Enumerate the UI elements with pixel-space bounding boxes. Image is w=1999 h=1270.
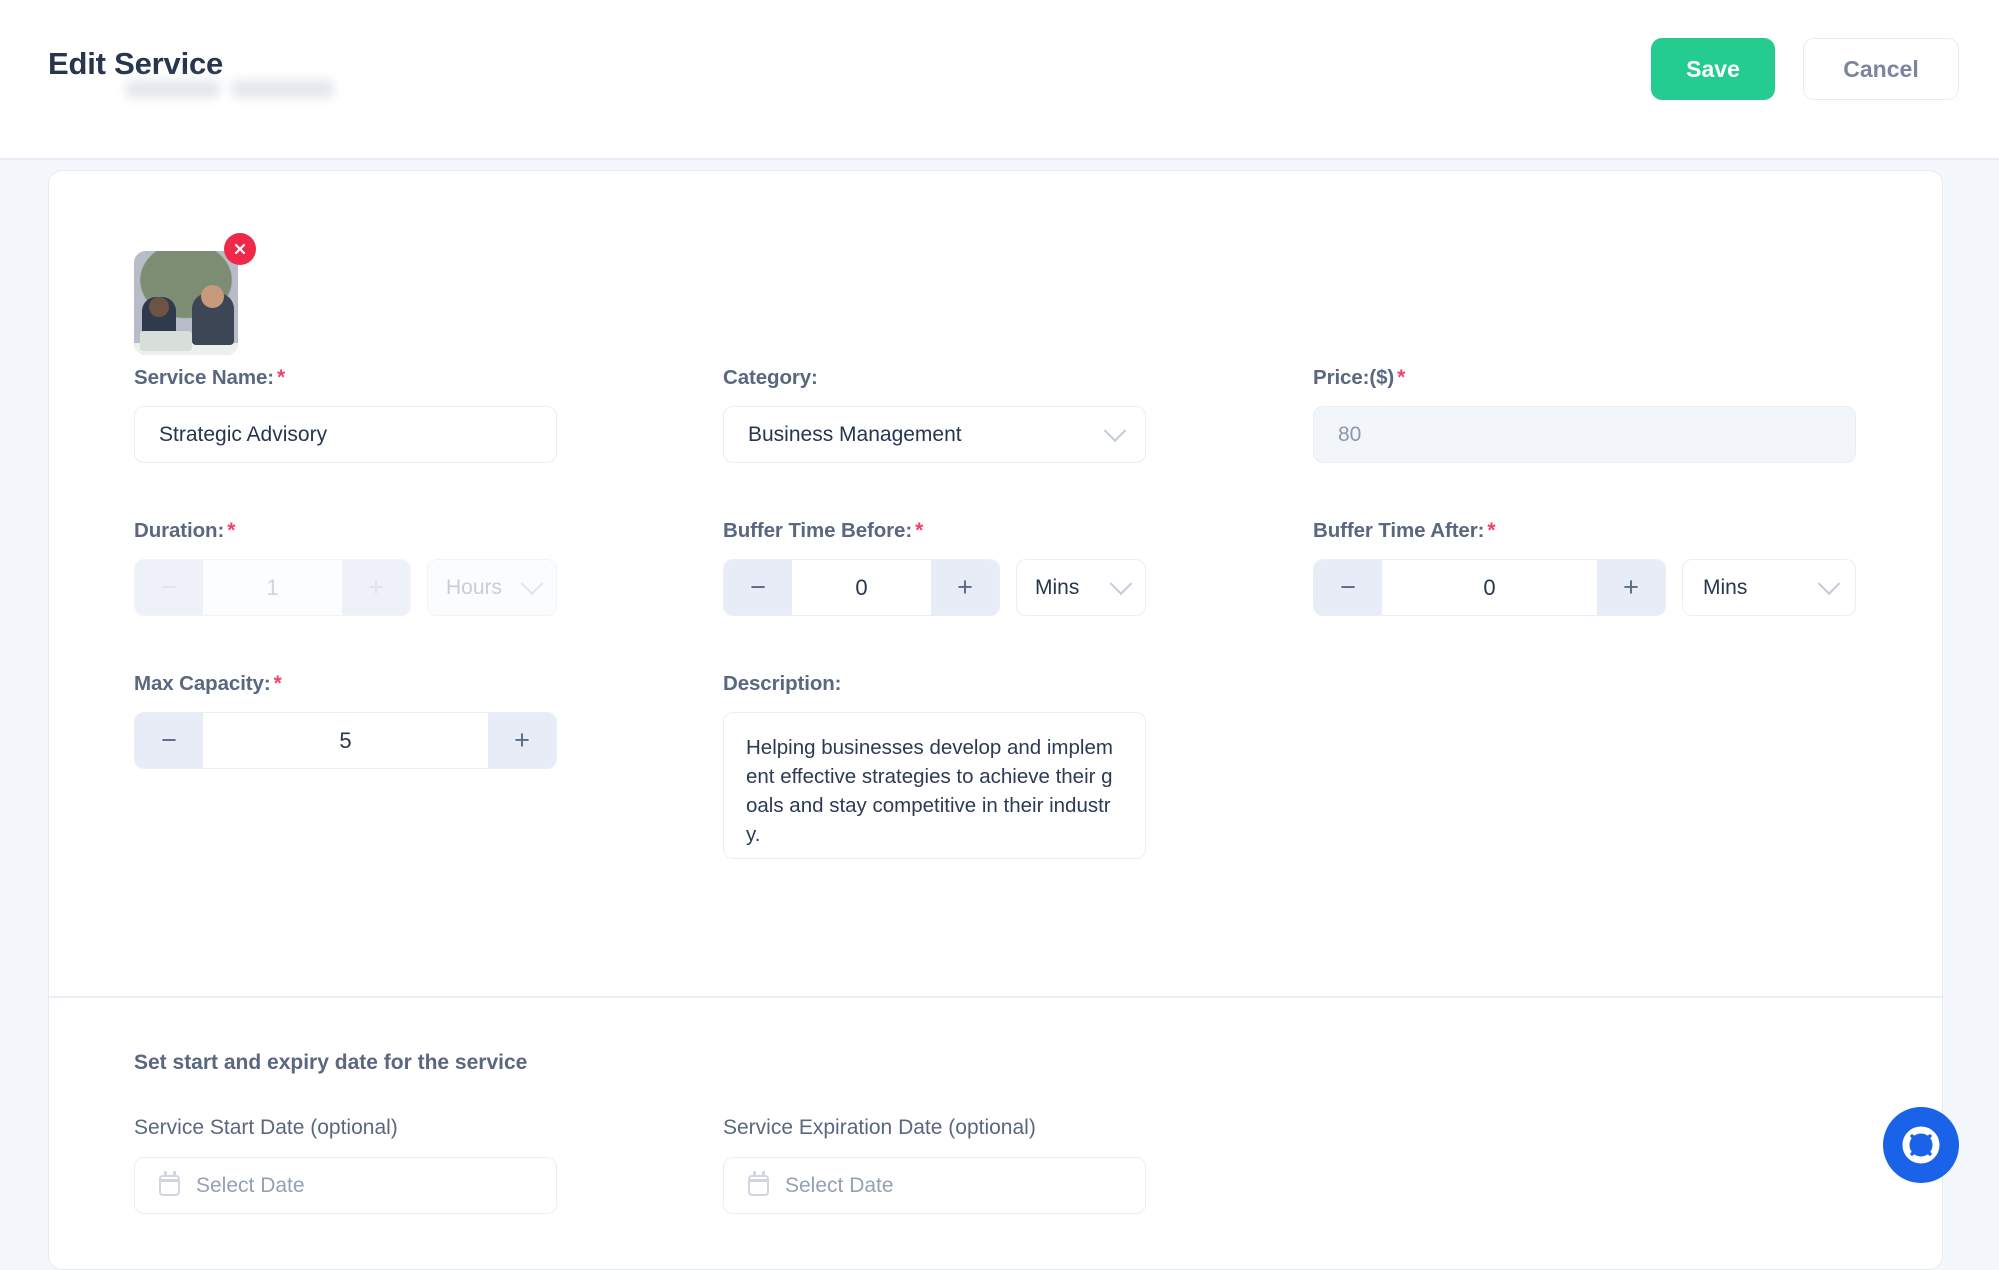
buffer-after-decrement-button[interactable]: − <box>1314 560 1382 615</box>
service-expiration-date-input[interactable]: Select Date <box>723 1157 1146 1214</box>
description-label: Description: <box>723 672 1146 696</box>
buffer-after-unit-value: Mins <box>1703 576 1747 600</box>
buffer-after-value: 0 <box>1382 560 1597 615</box>
max-capacity-value: 5 <box>203 713 488 768</box>
buffer-before-value: 0 <box>792 560 931 615</box>
duration-decrement-button[interactable]: − <box>135 560 203 615</box>
page-title: Edit Service <box>48 46 223 82</box>
save-button[interactable]: Save <box>1651 38 1775 100</box>
price-input[interactable]: 80 <box>1313 406 1856 463</box>
buffer-after-increment-button[interactable]: + <box>1597 560 1665 615</box>
description-textarea[interactable]: Helping businesses develop and implement… <box>723 712 1146 859</box>
service-image-uploader <box>134 233 256 355</box>
buffer-after-field: Buffer Time After:* − 0 + Mins <box>1313 519 1856 616</box>
remove-image-button[interactable] <box>224 233 256 265</box>
buffer-before-unit-select[interactable]: Mins <box>1016 559 1146 616</box>
category-field: Category: Business Management <box>723 366 1146 463</box>
thumbnail-laptop <box>140 331 192 351</box>
chevron-down-icon <box>1104 419 1127 442</box>
duration-stepper[interactable]: − 1 + <box>134 559 411 616</box>
dates-section-title: Set start and expiry date for the servic… <box>134 1051 527 1075</box>
max-capacity-label: Max Capacity:* <box>134 672 557 696</box>
calendar-icon <box>159 1175 180 1196</box>
calendar-icon <box>748 1175 769 1196</box>
duration-unit-select[interactable]: Hours <box>427 559 557 616</box>
description-field: Description: Helping businesses develop … <box>723 672 1146 859</box>
service-start-date-field: Service Start Date (optional) Select Dat… <box>134 1116 557 1214</box>
service-thumbnail[interactable] <box>134 251 238 355</box>
price-field: Price:($)* 80 <box>1313 366 1856 463</box>
lifebuoy-icon <box>1900 1124 1942 1166</box>
duration-label: Duration:* <box>134 519 557 543</box>
service-expiration-date-field: Service Expiration Date (optional) Selec… <box>723 1116 1146 1214</box>
duration-field: Duration:* − 1 + Hours <box>134 519 557 616</box>
service-expiration-date-label: Service Expiration Date (optional) <box>723 1116 1146 1140</box>
buffer-before-field: Buffer Time Before:* − 0 + Mins <box>723 519 1146 616</box>
buffer-before-decrement-button[interactable]: − <box>724 560 792 615</box>
buffer-before-unit-value: Mins <box>1035 576 1079 600</box>
max-capacity-decrement-button[interactable]: − <box>135 713 203 768</box>
category-select[interactable]: Business Management <box>723 406 1146 463</box>
thumbnail-head-left <box>149 297 169 317</box>
buffer-before-label: Buffer Time Before:* <box>723 519 1146 543</box>
category-label: Category: <box>723 366 1146 390</box>
buffer-after-stepper[interactable]: − 0 + <box>1313 559 1666 616</box>
category-value: Business Management <box>748 423 962 447</box>
chevron-down-icon <box>521 572 544 595</box>
cancel-button[interactable]: Cancel <box>1803 38 1959 100</box>
chevron-down-icon <box>1818 572 1841 595</box>
duration-value: 1 <box>203 560 342 615</box>
buffer-after-label: Buffer Time After:* <box>1313 519 1856 543</box>
max-capacity-stepper[interactable]: − 5 + <box>134 712 557 769</box>
duration-increment-button[interactable]: + <box>342 560 410 615</box>
service-start-date-input[interactable]: Select Date <box>134 1157 557 1214</box>
service-name-field: Service Name:* Strategic Advisory <box>134 366 557 463</box>
service-start-date-label: Service Start Date (optional) <box>134 1116 557 1140</box>
buffer-after-unit-select[interactable]: Mins <box>1682 559 1856 616</box>
price-label: Price:($)* <box>1313 366 1856 390</box>
section-divider <box>49 996 1944 998</box>
service-name-label: Service Name:* <box>134 366 557 390</box>
chevron-down-icon <box>1110 572 1133 595</box>
page-header: Edit Service Save Cancel <box>0 0 1999 160</box>
thumbnail-image <box>134 251 238 355</box>
max-capacity-increment-button[interactable]: + <box>488 713 556 768</box>
duration-unit-value: Hours <box>446 576 502 600</box>
buffer-before-increment-button[interactable]: + <box>931 560 999 615</box>
help-support-button[interactable] <box>1883 1107 1959 1183</box>
service-name-input[interactable]: Strategic Advisory <box>134 406 557 463</box>
redacted-subtitle <box>126 80 334 98</box>
max-capacity-field: Max Capacity:* − 5 + <box>134 672 557 769</box>
header-actions: Save Cancel <box>1651 38 1959 100</box>
service-start-date-placeholder: Select Date <box>196 1174 305 1198</box>
thumbnail-head-right <box>201 285 224 308</box>
close-icon <box>232 241 248 257</box>
service-expiration-date-placeholder: Select Date <box>785 1174 894 1198</box>
edit-service-card: Service Name:* Strategic Advisory Catego… <box>48 170 1943 1270</box>
buffer-before-stepper[interactable]: − 0 + <box>723 559 1000 616</box>
